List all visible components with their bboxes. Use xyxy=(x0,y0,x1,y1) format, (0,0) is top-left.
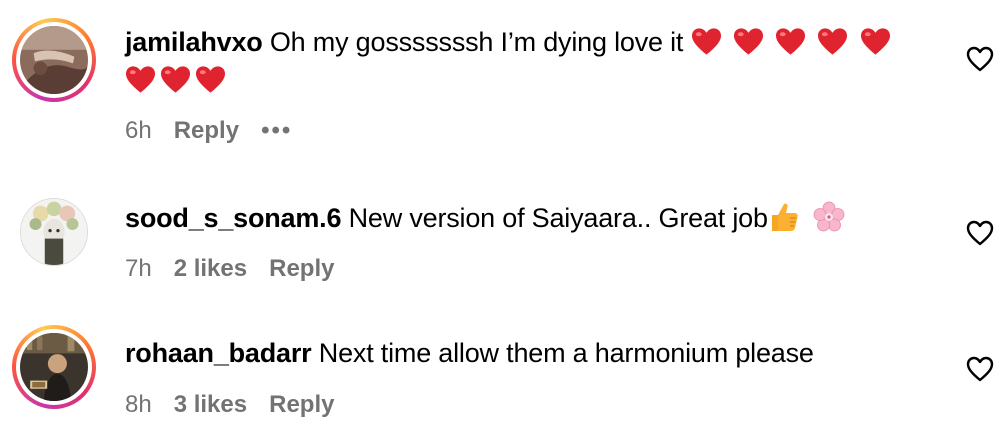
heart-outline-icon[interactable] xyxy=(966,356,994,382)
comment-username[interactable]: jamilahvxo xyxy=(125,27,263,57)
likes-count[interactable]: 2 likes xyxy=(174,255,247,282)
comment-username[interactable]: sood_s_sonam.6 xyxy=(125,203,341,233)
comment-text: Oh my gosssssssh I’m dying love it xyxy=(269,27,684,57)
comment-text-line-2 xyxy=(125,62,230,98)
comment-time: 6h xyxy=(125,117,152,144)
comment-time: 7h xyxy=(125,255,152,282)
avatar xyxy=(21,199,87,265)
red-heart-emoji xyxy=(733,28,763,55)
comment-text: New version of Saiyaara.. Great job xyxy=(348,203,768,233)
comment-time: 8h xyxy=(125,391,152,418)
comment-text: Next time allow them a harmonium please xyxy=(318,338,814,368)
avatar-inner xyxy=(16,329,92,405)
heart-outline-icon[interactable] xyxy=(966,46,994,72)
red-heart-emoji xyxy=(860,28,890,55)
red-heart-emoji xyxy=(818,28,848,55)
comment-meta: 7h 2 likes Reply xyxy=(125,254,356,284)
red-heart-emoji xyxy=(691,28,721,55)
comment-text-line: rohaan_badarr Next time allow them a har… xyxy=(125,335,814,371)
heart-emoji-group xyxy=(691,27,895,57)
avatar xyxy=(20,333,88,401)
reply-button[interactable]: Reply xyxy=(174,117,239,144)
comment-meta: 6h Reply ••• xyxy=(125,116,314,146)
avatar-inner xyxy=(20,198,88,266)
avatar-wrap[interactable] xyxy=(12,190,96,274)
heart-outline-icon[interactable] xyxy=(966,220,994,246)
red-heart-emoji xyxy=(195,66,226,93)
comment-text-line: sood_s_sonam.6 New version of Saiyaara..… xyxy=(125,200,845,236)
cherry-blossom-emoji xyxy=(813,201,845,232)
avatar-inner xyxy=(16,22,92,98)
likes-count[interactable]: 3 likes xyxy=(174,391,247,418)
story-ring-avatar[interactable] xyxy=(12,325,96,409)
comment-meta: 8h 3 likes Reply xyxy=(125,390,356,420)
reply-button[interactable]: Reply xyxy=(269,391,334,418)
thumbs-up-emoji xyxy=(771,203,798,231)
more-options-button[interactable]: ••• xyxy=(261,116,292,146)
comment-text-line: jamilahvxo Oh my gosssssssh I’m dying lo… xyxy=(125,24,895,60)
red-heart-emoji xyxy=(160,66,191,93)
red-heart-emoji xyxy=(125,66,156,93)
avatar xyxy=(20,26,88,94)
reply-button[interactable]: Reply xyxy=(269,255,334,282)
red-heart-emoji xyxy=(776,28,806,55)
comment-username[interactable]: rohaan_badarr xyxy=(125,338,312,368)
story-ring-avatar[interactable] xyxy=(12,18,96,102)
